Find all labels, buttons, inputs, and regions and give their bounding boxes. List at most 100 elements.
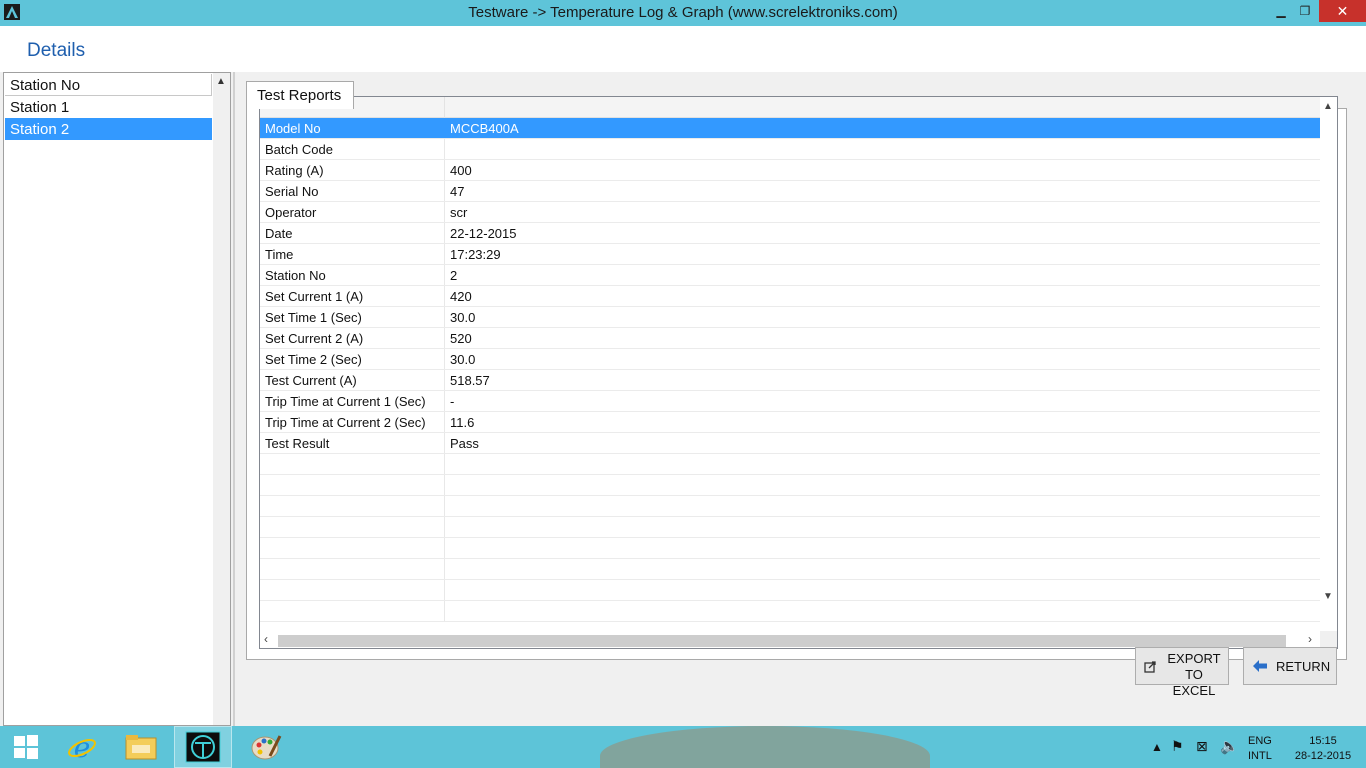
export-label-line2: TO EXCEL	[1172, 667, 1216, 698]
table-row[interactable]: Set Time 1 (Sec) 30.0	[260, 307, 1320, 328]
field-label-cell: Trip Time at Current 1 (Sec)	[260, 391, 445, 411]
table-row[interactable]: Time 17:23:29	[260, 244, 1320, 265]
field-label-cell: Set Time 2 (Sec)	[260, 349, 445, 369]
scroll-down-icon[interactable]: ▼	[1323, 591, 1333, 602]
empty-table-row[interactable]	[260, 454, 1320, 475]
table-row[interactable]: Serial No 47	[260, 181, 1320, 202]
scroll-right-icon[interactable]: ›	[1308, 632, 1312, 646]
grid-header	[260, 97, 1320, 118]
maximize-button[interactable]: ❐	[1292, 0, 1318, 22]
field-label-cell	[260, 580, 445, 600]
tab-test-reports[interactable]: Test Reports	[246, 81, 354, 109]
field-label-cell: Set Current 1 (A)	[260, 286, 445, 306]
table-row[interactable]: Batch Code	[260, 139, 1320, 160]
field-value-cell: 30.0	[450, 310, 476, 325]
volume-icon[interactable]: 🔈	[1220, 737, 1239, 755]
table-row[interactable]: Set Time 2 (Sec) 30.0	[260, 349, 1320, 370]
field-value-cell: scr	[450, 205, 468, 220]
empty-table-row[interactable]	[260, 517, 1320, 538]
field-value-cell: Pass	[450, 436, 479, 451]
details-header: Details	[0, 26, 1366, 72]
table-row[interactable]: Rating (A) 400	[260, 160, 1320, 181]
taskbar-internet-explorer[interactable]: e	[54, 726, 110, 768]
minimize-button[interactable]: ▁	[1268, 0, 1294, 22]
field-label-cell: Batch Code	[260, 139, 445, 159]
station-list[interactable]: Station No Station 1 Station 2 ▲	[3, 72, 231, 726]
taskbar-testware-app[interactable]	[174, 726, 232, 768]
field-value-cell: 2	[450, 268, 458, 283]
table-row[interactable]: Set Current 1 (A) 420	[260, 286, 1320, 307]
input-language[interactable]: ENG INTL	[1248, 734, 1272, 764]
taskbar-file-explorer[interactable]	[113, 726, 169, 768]
export-to-excel-button[interactable]: EXPORT TO EXCEL	[1135, 647, 1229, 698]
show-hidden-icons-icon[interactable]: ▲	[1151, 740, 1163, 754]
field-label-cell: Time	[260, 244, 445, 264]
field-label-cell: Operator	[260, 202, 445, 222]
svg-text:e: e	[74, 731, 91, 763]
export-label-line1: EXPORT	[1167, 651, 1221, 666]
field-value-cell: 518.57	[450, 373, 490, 388]
page-title: Details	[27, 40, 86, 61]
field-value-cell: 22-12-2015	[450, 226, 517, 241]
scroll-left-icon[interactable]: ‹	[264, 632, 268, 646]
field-value-cell	[445, 538, 1320, 558]
taskbar-paint[interactable]	[238, 726, 294, 768]
station-item[interactable]: Station 1	[5, 96, 212, 118]
internet-explorer-icon: e	[68, 731, 96, 763]
field-label-cell: Serial No	[260, 181, 445, 201]
field-label-cell: Date	[260, 223, 445, 243]
table-row[interactable]: Set Current 2 (A) 520	[260, 328, 1320, 349]
close-button[interactable]: ✕	[1319, 0, 1366, 22]
clock-time: 15:15	[1309, 735, 1337, 747]
station-list-header[interactable]: Station No	[5, 74, 212, 96]
network-disconnected-icon[interactable]: ⊠	[1196, 738, 1208, 755]
empty-table-row[interactable]	[260, 538, 1320, 559]
field-label-cell	[260, 601, 445, 621]
table-row[interactable]: Trip Time at Current 2 (Sec) 11.6	[260, 412, 1320, 433]
arrow-left-icon	[1253, 660, 1267, 672]
field-value-cell	[445, 601, 1320, 621]
field-label-cell	[260, 454, 445, 474]
action-center-flag-icon[interactable]: ⚑	[1171, 738, 1184, 755]
scroll-thumb[interactable]	[278, 635, 1286, 647]
field-value-cell: 47	[450, 184, 465, 199]
return-button[interactable]: RETURN	[1243, 647, 1337, 685]
testware-app-icon	[185, 731, 221, 763]
scroll-corner	[1320, 631, 1337, 648]
grid-vertical-scrollbar[interactable]: ▲ ▼	[1320, 97, 1337, 631]
start-button[interactable]	[0, 726, 52, 768]
station-item-selected[interactable]: Station 2	[5, 118, 212, 140]
splitter[interactable]	[233, 72, 235, 726]
scroll-up-icon[interactable]: ▲	[216, 76, 226, 87]
field-value-cell: 17:23:29	[450, 247, 501, 262]
field-label-cell: Rating (A)	[260, 160, 445, 180]
table-row[interactable]: Operator scr	[260, 202, 1320, 223]
field-value-cell	[445, 139, 1320, 159]
window-title: Testware -> Temperature Log & Graph (www…	[468, 4, 898, 21]
empty-table-row[interactable]	[260, 475, 1320, 496]
table-row[interactable]: Test Result Pass	[260, 433, 1320, 454]
folder-icon	[125, 735, 157, 760]
report-grid[interactable]: Model No MCCB400A Batch Code Rating (A) 400 S…	[259, 96, 1338, 649]
station-list-scrollbar[interactable]: ▲	[213, 73, 230, 725]
empty-table-row[interactable]	[260, 559, 1320, 580]
table-row[interactable]: Test Current (A) 518.57	[260, 370, 1320, 391]
field-label-cell	[260, 475, 445, 495]
grid-horizontal-scrollbar[interactable]: ‹ ›	[260, 631, 1320, 648]
field-value-cell: 520	[450, 331, 472, 346]
table-row[interactable]: Trip Time at Current 1 (Sec) -	[260, 391, 1320, 412]
field-value-cell	[445, 580, 1320, 600]
field-label-cell: Set Time 1 (Sec)	[260, 307, 445, 327]
paint-palette-icon	[251, 735, 282, 760]
field-value-cell	[445, 454, 1320, 474]
empty-table-row[interactable]	[260, 580, 1320, 601]
language-code: ENG	[1248, 735, 1272, 747]
table-row[interactable]: Date 22-12-2015	[260, 223, 1320, 244]
table-row[interactable]: Model No MCCB400A	[260, 118, 1320, 139]
empty-table-row[interactable]	[260, 601, 1320, 622]
scroll-up-icon[interactable]: ▲	[1323, 101, 1333, 112]
table-row[interactable]: Station No 2	[260, 265, 1320, 286]
system-clock[interactable]: 15:15 28-12-2015	[1288, 734, 1358, 764]
field-value-cell: MCCB400A	[450, 121, 519, 136]
empty-table-row[interactable]	[260, 496, 1320, 517]
